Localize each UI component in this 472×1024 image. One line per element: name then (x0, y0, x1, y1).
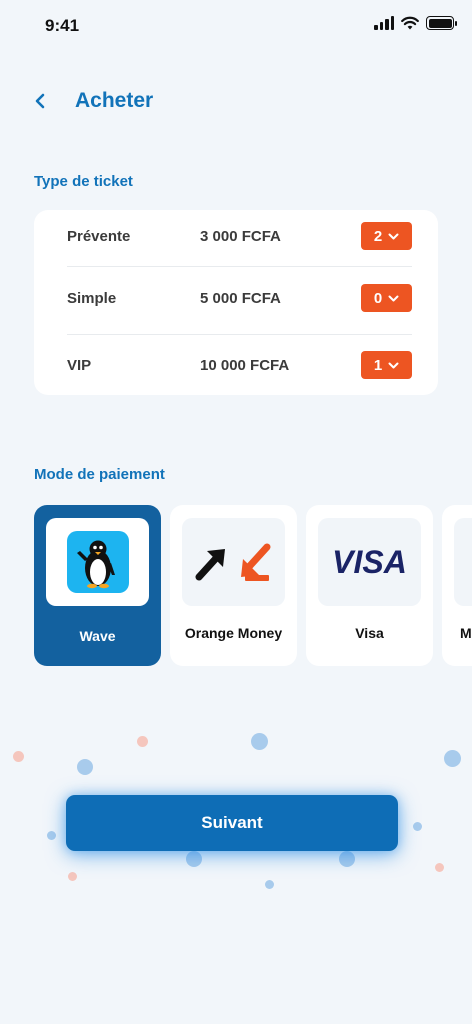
ticket-price: 3 000 FCFA (200, 227, 281, 245)
status-icons (374, 16, 457, 30)
decor-dot (68, 872, 77, 881)
ticket-name: Prévente (67, 227, 131, 245)
quantity-select[interactable]: 0 (361, 284, 412, 312)
quantity-value: 1 (373, 356, 383, 374)
chevron-down-icon (388, 295, 399, 301)
decor-dot (413, 822, 422, 831)
ticket-price: 10 000 FCFA (200, 356, 290, 374)
wave-logo-box (46, 518, 149, 606)
visa-logo: VISA (332, 543, 407, 580)
wave-penguin-icon (66, 531, 129, 593)
status-time: 9:41 (45, 16, 80, 35)
row-divider (67, 334, 412, 335)
ticket-type-title: Type de ticket (34, 173, 133, 190)
decor-dot (47, 831, 56, 840)
orange-money-arrows-icon (195, 543, 270, 581)
page-title: Acheter (75, 89, 154, 112)
payment-card-partial[interactable]: M (442, 505, 472, 666)
chevron-left-icon (35, 93, 45, 109)
ticket-name: VIP (67, 356, 92, 374)
decor-dot (339, 851, 355, 867)
ticket-row-simple: Simple 5 000 FCFA 0 (67, 278, 412, 318)
payment-card-visa[interactable]: VISA Visa (306, 505, 433, 666)
row-divider (67, 266, 412, 267)
decor-dot (251, 733, 268, 750)
decor-dot (13, 751, 24, 762)
partial-logo-box (454, 518, 472, 606)
decor-dot (77, 759, 93, 775)
payment-label: Visa (355, 625, 384, 641)
chevron-down-icon (388, 362, 399, 368)
decor-dot (137, 736, 148, 747)
payment-card-orange-money[interactable]: Orange Money (170, 505, 297, 666)
decor-dot (435, 863, 444, 872)
quantity-value: 0 (373, 289, 383, 307)
payment-label: Wave (79, 628, 116, 644)
back-button[interactable] (30, 86, 50, 116)
header: Acheter (30, 86, 153, 116)
quantity-select[interactable]: 2 (361, 222, 412, 250)
decor-dot (444, 750, 461, 767)
ticket-card: Prévente 3 000 FCFA 2 Simple 5 000 FCFA … (34, 210, 438, 395)
payment-card-wave[interactable]: Wave (34, 505, 161, 666)
next-button[interactable]: Suivant (66, 795, 398, 851)
visa-logo-box: VISA (318, 518, 421, 606)
quantity-value: 2 (373, 227, 383, 245)
orange-money-logo-box (182, 518, 285, 606)
ticket-row-vip: VIP 10 000 FCFA 1 (67, 345, 412, 385)
ticket-row-prevente: Prévente 3 000 FCFA 2 (67, 216, 412, 256)
payment-methods-carousel[interactable]: Wave Orange Money VISA Visa M (34, 505, 472, 667)
chevron-down-icon (388, 233, 399, 239)
wifi-icon (401, 16, 419, 30)
payment-label: Orange Money (184, 625, 283, 641)
battery-icon (426, 16, 457, 30)
payment-label: M (460, 625, 472, 641)
decor-dot (186, 851, 202, 867)
ticket-price: 5 000 FCFA (200, 289, 281, 307)
ticket-name: Simple (67, 289, 117, 307)
decor-dot (265, 880, 274, 889)
quantity-select[interactable]: 1 (361, 351, 412, 379)
payment-mode-title: Mode de paiement (34, 466, 165, 483)
cellular-signal-icon (374, 16, 394, 30)
status-bar: 9:41 (0, 0, 472, 54)
